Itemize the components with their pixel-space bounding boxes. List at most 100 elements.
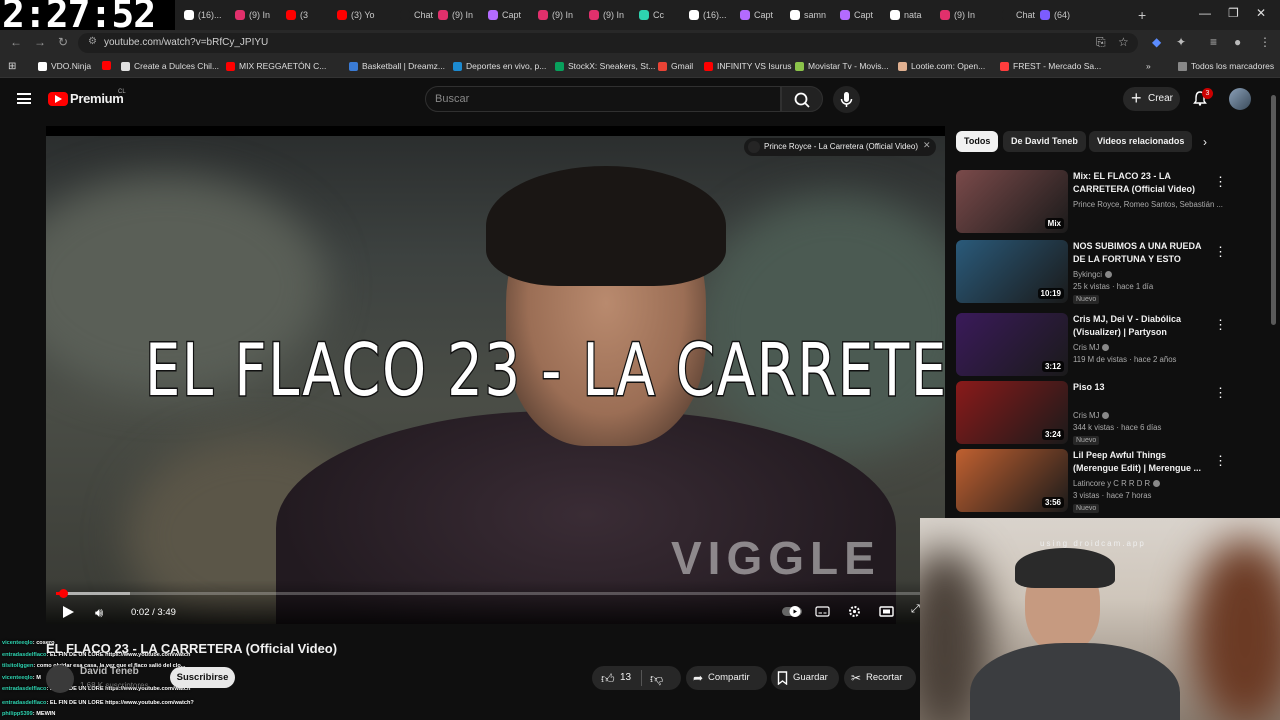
browser-tab[interactable]: (16)... <box>184 4 222 26</box>
recommended-video[interactable]: 3:24 Piso 13 Cris MJ 344 k vistas · hace 6 … <box>956 381 1231 447</box>
channel-avatar[interactable] <box>46 665 74 693</box>
recommended-video[interactable]: 3:56 Lil Peep Awful Things (Merengue Edit… <box>956 449 1231 515</box>
play-icon[interactable] <box>63 606 74 618</box>
site-info-icon[interactable]: ⚙ <box>88 36 97 47</box>
bookmark-item[interactable]: StockX: Sneakers, St... <box>555 61 655 71</box>
bookmark-item[interactable]: MIX REGGAETÓN C... <box>226 61 326 71</box>
recommended-video[interactable]: Mix Mix: EL FLACO 23 - LA CARRETERA (Offi… <box>956 170 1231 236</box>
browser-tab[interactable]: Capt <box>740 4 773 26</box>
settings-gear-icon[interactable] <box>847 605 862 618</box>
autoplay-toggle-icon[interactable] <box>781 605 803 618</box>
extensions-puzzle-icon[interactable]: ✦ <box>1176 35 1186 49</box>
recommended-video[interactable]: 10:19 NOS SUBIMOS A UNA RUEDA DE LA FORTU… <box>956 240 1231 306</box>
new-tab-icon[interactable]: + <box>1138 4 1146 26</box>
chip-all[interactable]: Todos <box>956 131 999 152</box>
browser-tab[interactable]: (9) In <box>589 4 624 26</box>
browser-tab[interactable]: Chat <box>1002 4 1035 26</box>
browser-menu-icon[interactable]: ⋮ <box>1259 35 1271 49</box>
chip-from-channel[interactable]: De David Teneb <box>1003 131 1086 152</box>
install-icon[interactable]: ⎘ <box>1096 35 1106 50</box>
progress-bar[interactable] <box>56 592 936 595</box>
url-field[interactable]: youtube.com/watch?v=bRfCy_JPIYU <box>78 33 1138 53</box>
more-options-icon[interactable]: ⋮ <box>1214 318 1227 332</box>
bookmark-item[interactable]: Movistar Tv - Movis... <box>795 61 889 71</box>
hamburger-menu-icon[interactable] <box>17 93 31 104</box>
bookmark-item[interactable]: Lootie.com: Open... <box>898 61 985 71</box>
recommended-channel[interactable]: Latincore y C R R D R <box>1073 479 1161 488</box>
dislike-icon[interactable]: 👎︎ <box>650 671 663 687</box>
recommended-title[interactable]: Lil Peep Awful Things (Merengue Edit) | … <box>1073 449 1208 474</box>
subscribe-button[interactable]: Suscribirse <box>170 667 235 688</box>
extension-icon[interactable]: ◆ <box>1152 35 1161 49</box>
voice-search-button[interactable] <box>833 86 860 113</box>
account-avatar[interactable] <box>1229 88 1251 110</box>
info-card-close-icon[interactable]: ✕ <box>923 140 931 151</box>
browser-tab[interactable]: (9) In <box>235 4 270 26</box>
recommended-title[interactable]: Piso 13 <box>1073 381 1208 394</box>
recommended-channel[interactable]: Cris MJ <box>1073 411 1110 420</box>
browser-tab[interactable]: (3 <box>286 4 308 26</box>
browser-tab[interactable]: Capt <box>488 4 521 26</box>
subtitles-icon[interactable] <box>815 605 830 618</box>
bookmark-item[interactable]: FREST - Mercado Sa... <box>1000 61 1101 71</box>
more-options-icon[interactable]: ⋮ <box>1214 175 1227 189</box>
bookmark-item[interactable]: INFINITY VS Isurus <box>704 61 791 71</box>
more-options-icon[interactable]: ⋮ <box>1214 245 1227 259</box>
recommended-title[interactable]: Mix: EL FLACO 23 - LA CARRETERA (Officia… <box>1073 170 1208 195</box>
forward-icon[interactable]: → <box>34 35 46 49</box>
youtube-logo-text[interactable]: Premium <box>70 91 124 106</box>
browser-tab[interactable]: Capt <box>840 4 873 26</box>
all-bookmarks-folder[interactable]: Todos los marcadores <box>1178 61 1274 71</box>
video-thumbnail[interactable]: Mix <box>956 170 1068 233</box>
more-options-icon[interactable]: ⋮ <box>1214 454 1227 468</box>
fullscreen-icon[interactable]: ⤢ <box>911 603 920 616</box>
browser-tab[interactable]: (9) In <box>438 4 473 26</box>
browser-tab[interactable]: (16)... <box>689 4 727 26</box>
browser-tab[interactable]: Cc <box>639 4 664 26</box>
volume-icon[interactable]: 🔊︎ <box>95 605 103 621</box>
browser-tab[interactable]: samn <box>790 4 826 26</box>
bookmark-item[interactable]: Basketball | Dreamz... <box>349 61 445 71</box>
browser-tab[interactable]: nata <box>890 4 922 26</box>
restore-icon[interactable]: ❐ <box>1228 6 1239 20</box>
search-input[interactable]: Buscar <box>425 86 781 112</box>
bookmark-star-icon[interactable]: ☆ <box>1118 35 1129 49</box>
channel-name[interactable]: David Teneb <box>80 666 139 677</box>
minimize-icon[interactable]: — <box>1199 6 1211 20</box>
bookmark-item[interactable]: Gmail <box>658 61 693 71</box>
bookmark-item[interactable]: Deportes en vivo, p... <box>453 61 546 71</box>
bookmark-item[interactable]: VDO.Ninja <box>38 61 91 71</box>
chip-related[interactable]: Videos relacionados <box>1089 131 1193 152</box>
like-icon[interactable]: 👍︎ <box>601 671 615 687</box>
create-button[interactable]: Crear <box>1123 86 1180 111</box>
reload-icon[interactable]: ↻ <box>58 35 68 49</box>
video-thumbnail[interactable]: 10:19 <box>956 240 1068 303</box>
browser-tab[interactable]: (9) In <box>940 4 975 26</box>
recommended-title[interactable]: Cris MJ, Dei V - Diabólica (Visualizer) … <box>1073 313 1208 338</box>
video-thumbnail[interactable]: 3:56 <box>956 449 1068 512</box>
bookmark-item[interactable] <box>102 61 115 70</box>
recommended-channel[interactable]: Cris MJ <box>1073 343 1110 352</box>
apps-grid-icon[interactable]: ⊞ <box>8 61 16 72</box>
more-bookmarks-icon[interactable]: » <box>1146 61 1151 71</box>
close-window-icon[interactable]: ✕ <box>1256 6 1266 20</box>
profile-icon[interactable]: ● <box>1234 35 1241 49</box>
chips-next-icon[interactable]: › <box>1203 135 1207 149</box>
page-scrollbar[interactable] <box>1271 95 1276 325</box>
info-card[interactable]: Prince Royce - La Carretera (Official Vi… <box>744 138 936 156</box>
like-count[interactable]: 13 <box>620 672 631 683</box>
media-control-icon[interactable]: ≡ <box>1210 35 1217 49</box>
recommended-channel[interactable]: Prince Royce, Romeo Santos, Sebastián ..… <box>1073 200 1223 209</box>
recommended-channel[interactable]: Bykingci <box>1073 270 1113 279</box>
search-button[interactable] <box>781 86 823 112</box>
browser-tab[interactable]: (9) In <box>538 4 573 26</box>
video-player[interactable]: EL FLACO 23 - LA CARRETERA VIGGLE Prince… <box>46 126 945 624</box>
more-options-icon[interactable]: ⋮ <box>1214 386 1227 400</box>
bookmark-item[interactable]: Create a Dulces Chil... <box>121 61 219 71</box>
theater-mode-icon[interactable] <box>879 605 894 618</box>
youtube-logo-icon[interactable] <box>48 92 68 106</box>
browser-tab[interactable]: (64) <box>1040 4 1070 26</box>
browser-tab[interactable]: (3) Yo <box>337 4 375 26</box>
back-icon[interactable]: ← <box>10 35 22 49</box>
video-thumbnail[interactable]: 3:24 <box>956 381 1068 444</box>
